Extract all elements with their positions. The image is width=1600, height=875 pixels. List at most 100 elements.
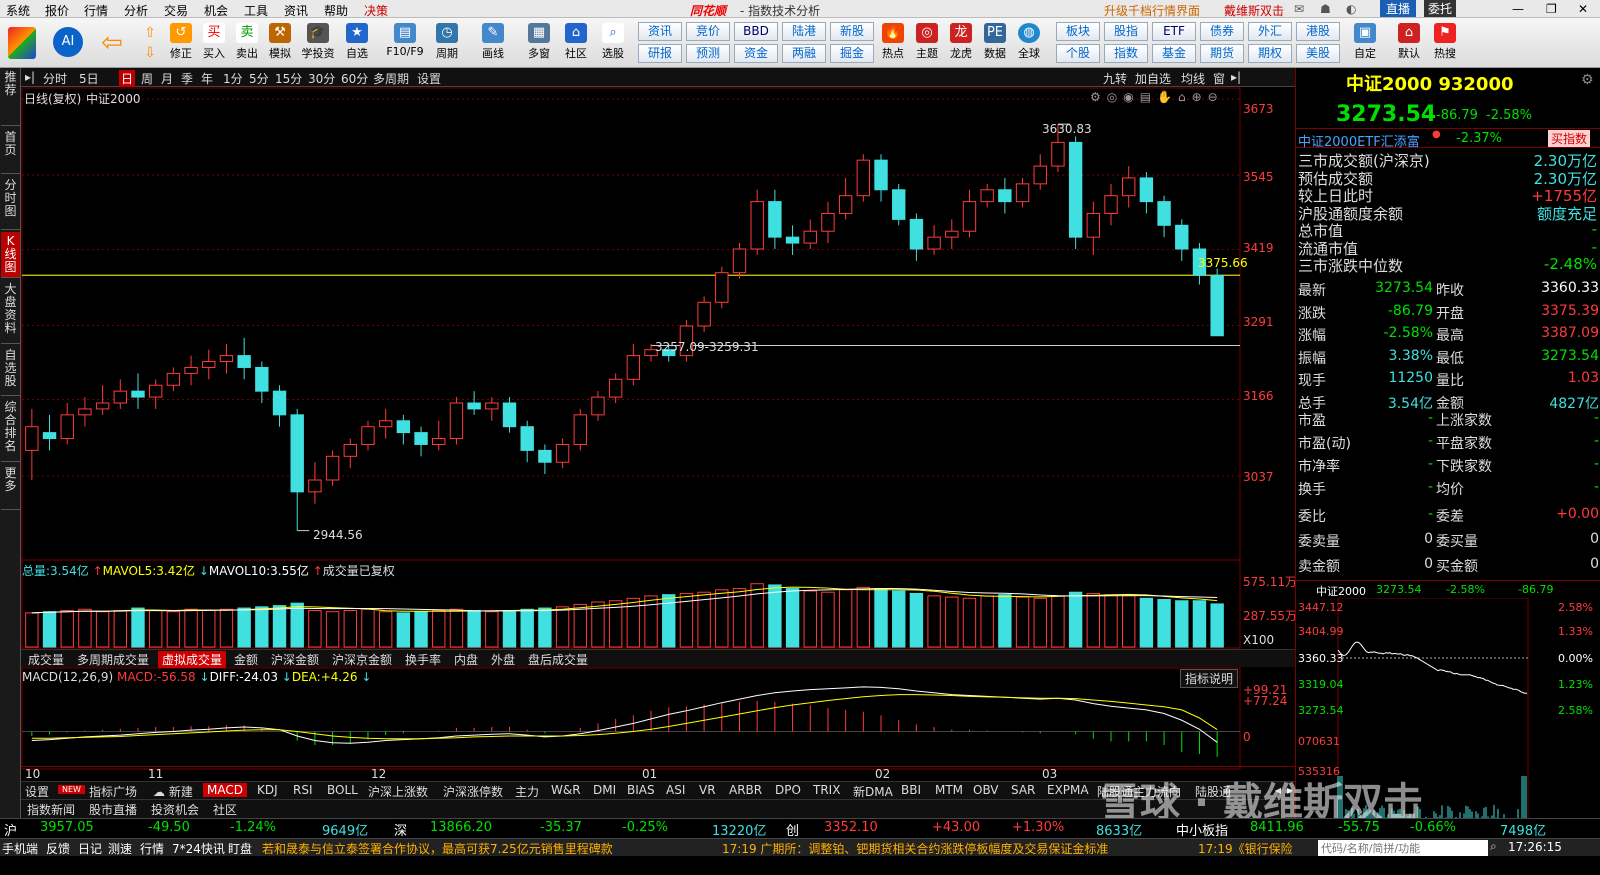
btn-forex[interactable]: 外汇 — [1248, 22, 1292, 41]
btn-margin[interactable]: 两融 — [782, 44, 826, 63]
tool-hot-search[interactable]: ⚑ 热搜 — [1430, 21, 1460, 65]
itab-dmi[interactable]: DMI — [589, 783, 620, 797]
itab-indicator-plaza[interactable]: 指标广场 — [85, 783, 141, 800]
menu-market[interactable]: 行情 — [84, 2, 108, 19]
btn-research[interactable]: 研报 — [638, 44, 682, 63]
period-next-icon[interactable]: ▸| — [1229, 70, 1243, 84]
itab-kdj[interactable]: KDJ — [253, 783, 282, 797]
vtab-multi-volume[interactable]: 多周期成交量 — [73, 651, 153, 668]
btn-mining[interactable]: 掘金 — [830, 44, 874, 63]
minimize-icon[interactable]: — — [1512, 2, 1524, 16]
itab-vr[interactable]: VR — [695, 783, 720, 797]
tool-period[interactable]: ◷ 周期 — [432, 21, 462, 65]
vtab-volume[interactable]: 成交量 — [24, 651, 68, 668]
tool-simulate[interactable]: ⚒ 模拟 — [265, 21, 295, 65]
tab-ma[interactable]: 均线 — [1179, 70, 1207, 87]
back-icon[interactable]: ⇦ — [98, 21, 126, 65]
itab-sar[interactable]: SAR — [1007, 783, 1039, 797]
period-1min[interactable]: 1分 — [221, 70, 245, 87]
nav-market-data[interactable]: 大盘资料 — [1, 280, 20, 344]
brand-link[interactable]: 戴维斯双击 — [1224, 2, 1284, 19]
tool-watchlist[interactable]: ★ 自选 — [342, 21, 372, 65]
btab-community[interactable]: 社区 — [209, 801, 241, 818]
news-item-2[interactable]: 17:19 广期所：调整铂、钯期货相关合约涨跌停板幅度及交易保证金标准 — [722, 840, 1108, 857]
nav-kline[interactable]: K线图 — [1, 232, 20, 278]
itab-macd[interactable]: MACD — [203, 783, 247, 797]
up-down-icon[interactable]: ⇧ ⇩ — [138, 21, 162, 65]
nb-speedtest[interactable]: 测速 — [108, 840, 132, 857]
btn-ipo[interactable]: 新股 — [830, 22, 874, 41]
maximize-icon[interactable]: ❐ — [1546, 2, 1557, 16]
itab-main-force[interactable]: 主力 — [511, 783, 543, 800]
tool-draw[interactable]: ✎ 画线 — [478, 21, 508, 65]
search-icon[interactable]: ⌕ — [1490, 839, 1497, 854]
btab-live[interactable]: 股市直播 — [85, 801, 141, 818]
nav-timeshare[interactable]: 分时图 — [1, 176, 20, 230]
period-timeshare[interactable]: 分时 — [41, 70, 69, 87]
tool-learn[interactable]: 🎓 学投资 — [300, 21, 336, 65]
menu-news[interactable]: 资讯 — [284, 2, 308, 19]
nb-flash[interactable]: 7*24快讯 — [172, 840, 225, 857]
itab-new-dma[interactable]: 新DMA — [849, 783, 897, 800]
nb-monitor[interactable]: 盯盘 — [228, 840, 252, 857]
menu-system[interactable]: 系统 — [6, 2, 30, 19]
period-60min[interactable]: 60分 — [339, 70, 370, 87]
itab-dpo[interactable]: DPO — [771, 783, 805, 797]
vtab-outer[interactable]: 外盘 — [487, 651, 519, 668]
menu-trade[interactable]: 交易 — [164, 2, 188, 19]
btn-futures[interactable]: 期货 — [1200, 44, 1244, 63]
nav-more[interactable]: 更多 — [1, 464, 20, 510]
period-year[interactable]: 年 — [199, 70, 215, 87]
chart-tool-icons[interactable]: ⚙◎◉▤✋⌂⊕⊖ — [1090, 90, 1224, 104]
tool-screener[interactable]: ⌕ 选股 — [598, 21, 628, 65]
nav-watchlist[interactable]: 自选股 — [1, 346, 20, 396]
menu-opportunity[interactable]: 机会 — [204, 2, 228, 19]
btab-opportunity[interactable]: 投资机会 — [147, 801, 203, 818]
itab-obv[interactable]: OBV — [969, 783, 1003, 797]
tool-f10[interactable]: ▤ F10/F9 — [384, 21, 426, 65]
tab-add-watch[interactable]: 加自选 — [1133, 70, 1173, 87]
tool-multiwindow[interactable]: ▦ 多窗 — [524, 21, 554, 65]
period-prev-icon[interactable]: ▸| — [23, 70, 37, 84]
tool-hotspot[interactable]: 🔥 热点 — [878, 21, 908, 65]
tool-data[interactable]: PE 数据 — [980, 21, 1010, 65]
btn-hk-stock[interactable]: 港股 — [1296, 22, 1340, 41]
btn-bbd[interactable]: BBD — [734, 22, 778, 41]
vtab-virtual-volume[interactable]: 虚拟成交量 — [158, 651, 226, 668]
tool-fix[interactable]: ↺ 修正 — [166, 21, 196, 65]
itab-boll[interactable]: BOLL — [323, 783, 362, 797]
skin-icon[interactable]: ◐ — [1346, 2, 1356, 16]
itab-wr[interactable]: W&R — [547, 783, 585, 797]
period-day[interactable]: 日 — [119, 70, 135, 87]
nb-quote[interactable]: 行情 — [140, 840, 164, 857]
period-month[interactable]: 月 — [159, 70, 175, 87]
nav-home[interactable]: 首页 — [1, 128, 20, 174]
itab-limit-up[interactable]: 沪深涨停数 — [439, 783, 507, 800]
etf-row[interactable]: 中证2000ETF汇添富 ● -2.37% 买指数 — [1296, 128, 1600, 148]
period-5day[interactable]: 5日 — [77, 70, 101, 87]
itab-up-count[interactable]: 沪深上涨数 — [364, 783, 432, 800]
shirt-icon[interactable]: ☗ — [1320, 2, 1331, 16]
btn-hk-connect[interactable]: 陆港 — [782, 22, 826, 41]
btn-fund[interactable]: 基金 — [1152, 44, 1196, 63]
nb-mobile[interactable]: 手机端 — [2, 840, 38, 857]
nav-ranking[interactable]: 综合排名 — [1, 398, 20, 462]
btn-bond[interactable]: 债券 — [1200, 22, 1244, 41]
nb-feedback[interactable]: 反馈 — [46, 840, 70, 857]
btn-etf[interactable]: ETF — [1152, 22, 1196, 41]
vtab-turnover[interactable]: 换手率 — [401, 651, 445, 668]
period-5min[interactable]: 5分 — [247, 70, 271, 87]
tab-window[interactable]: 窗 — [1211, 70, 1227, 87]
period-quarter[interactable]: 季 — [179, 70, 195, 87]
menu-help[interactable]: 帮助 — [324, 2, 348, 19]
user-button[interactable]: 委托 — [1424, 0, 1456, 17]
vtab-amount[interactable]: 金额 — [230, 651, 262, 668]
period-multi[interactable]: 多周期 — [371, 70, 411, 87]
buy-index-button[interactable]: 买指数 — [1548, 130, 1590, 147]
tab-nine-turn[interactable]: 九转 — [1101, 70, 1129, 87]
btn-funds[interactable]: 资金 — [734, 44, 778, 63]
btn-options[interactable]: 期权 — [1248, 44, 1292, 63]
itab-trix[interactable]: TRIX — [809, 783, 844, 797]
tool-default[interactable]: ⌂ 默认 — [1394, 21, 1424, 65]
menu-analysis[interactable]: 分析 — [124, 2, 148, 19]
